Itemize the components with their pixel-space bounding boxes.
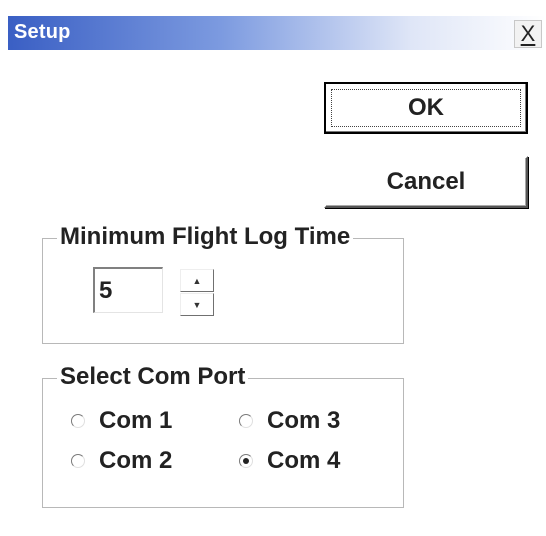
radio-label: Com 1 xyxy=(99,407,173,434)
title-bar[interactable]: Setup X xyxy=(8,16,546,50)
radio-label: Com 4 xyxy=(267,447,341,474)
radio-com-1[interactable]: Com 1 xyxy=(71,407,172,435)
com-port-group: Select Com Port Com 1 Com 2 Com 3 Com 4 xyxy=(42,363,404,508)
flight-log-legend: Minimum Flight Log Time xyxy=(57,223,354,251)
close-icon: X xyxy=(520,21,536,46)
spin-down-button[interactable]: ▼ xyxy=(180,293,214,316)
radio-com-3[interactable]: Com 3 xyxy=(239,407,340,435)
flight-log-spinner: ▲ ▼ xyxy=(180,269,214,317)
com-port-legend: Select Com Port xyxy=(57,363,249,391)
arrow-up-icon: ▲ xyxy=(192,275,202,286)
radio-button-icon[interactable] xyxy=(71,454,85,468)
cancel-button[interactable]: Cancel xyxy=(324,156,528,208)
radio-button-icon[interactable] xyxy=(239,454,253,468)
ok-button-label: OK xyxy=(408,94,444,121)
ok-button[interactable]: OK xyxy=(324,82,528,134)
arrow-down-icon: ▼ xyxy=(192,299,202,310)
radio-com-2[interactable]: Com 2 xyxy=(71,447,172,475)
radio-button-icon[interactable] xyxy=(239,414,253,428)
radio-button-icon[interactable] xyxy=(71,414,85,428)
close-button[interactable]: X xyxy=(514,20,542,48)
window-title: Setup xyxy=(14,21,71,43)
spin-up-button[interactable]: ▲ xyxy=(180,269,214,292)
flight-log-group: Minimum Flight Log Time 5 ▲ ▼ xyxy=(42,223,404,344)
radio-com-4[interactable]: Com 4 xyxy=(239,447,340,475)
flight-log-time-input[interactable]: 5 xyxy=(93,267,163,313)
cancel-button-label: Cancel xyxy=(386,168,466,195)
setup-dialog: Setup X OK Cancel Minimum Flight Log Tim… xyxy=(0,0,546,536)
radio-label: Com 3 xyxy=(267,407,341,434)
radio-label: Com 2 xyxy=(99,447,173,474)
